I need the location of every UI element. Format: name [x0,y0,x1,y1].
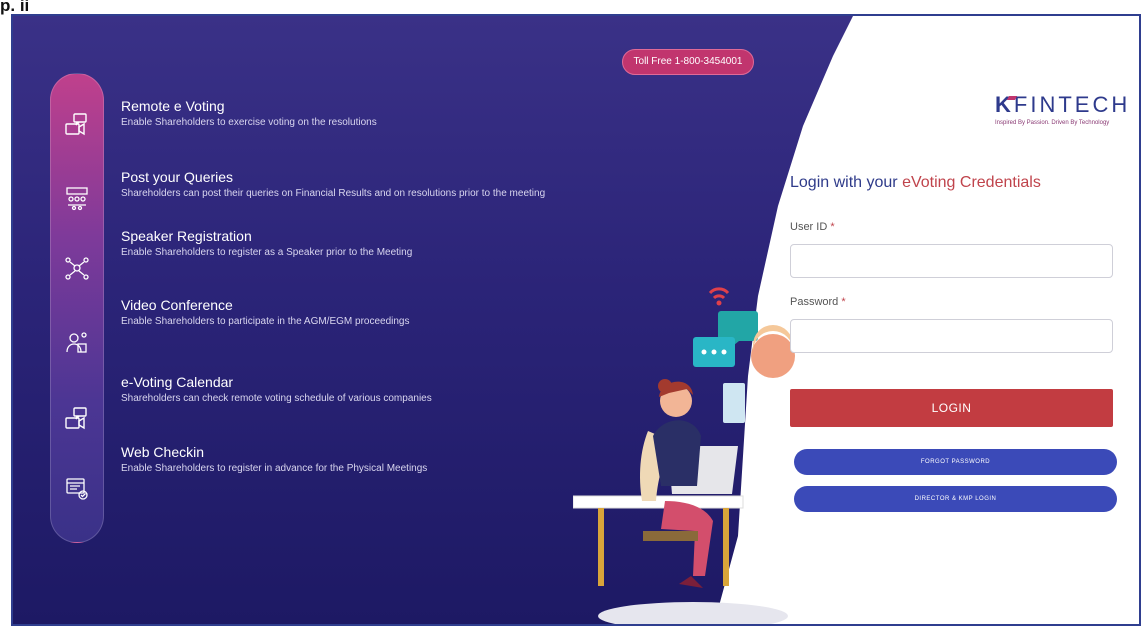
feature-web-checkin: Web Checkin Enable Shareholders to regis… [121,444,427,474]
feature-title: e-Voting Calendar [121,374,234,390]
kfintech-logo: KFINTECH Inspired By Passion. Driven By … [995,92,1130,126]
feature-title: Speaker Registration [121,228,252,244]
password-input[interactable] [790,319,1113,353]
logo-initial: K [995,92,1014,117]
calendar-chat-icon[interactable] [64,406,90,432]
feature-remote-e-voting: Remote e Voting Enable Shareholders to e… [121,98,377,128]
feature-description: Shareholders can check remote voting sch… [121,393,432,404]
web-checkin-icon[interactable] [64,476,90,502]
login-heading-prefix: Login with your [790,174,903,191]
feature-description: Enable Shareholders to exercise voting o… [121,117,377,128]
feature-icon-rail [50,73,104,543]
user-id-label: User ID * [790,221,835,233]
login-button[interactable]: LOGIN [790,389,1113,427]
feature-description: Enable Shareholders to participate in th… [121,316,410,327]
logo-tagline: Inspired By Passion. Driven By Technolog… [995,120,1110,126]
feature-title: Post your Queries [121,169,234,185]
feature-description: Enable Shareholders to register as a Spe… [121,247,413,258]
director-kmp-login-button[interactable]: DIRECTOR & KMP LOGIN [794,486,1117,512]
feature-description: Shareholders can post their queries on F… [121,188,546,199]
woman-at-laptop-illustration [573,287,795,624]
user-id-input[interactable] [790,244,1113,278]
login-heading-accent: eVoting Credentials [902,174,1041,191]
login-heading: Login with your eVoting Credentials [790,174,1041,192]
feature-post-queries: Post your Queries Shareholders can post … [121,169,545,199]
feature-title: Web Checkin [121,444,205,460]
feature-title: Video Conference [121,297,233,313]
queries-group-icon[interactable] [64,186,90,212]
required-mark: * [830,221,835,233]
required-mark: * [841,296,846,308]
toll-free-badge[interactable]: Toll Free 1-800-3454001 [622,49,754,75]
speaker-network-icon[interactable] [64,256,90,282]
screenshot-frame: Toll Free 1-800-3454001 Remote e Voting … [11,14,1141,626]
feature-speaker-registration: Speaker Registration Enable Shareholders… [121,228,412,258]
logo-text: FINTECH [1013,92,1131,117]
video-conference-icon[interactable] [64,330,90,356]
user-id-label-text: User ID [790,221,828,233]
feature-title: Remote e Voting [121,98,225,114]
password-label: Password * [790,296,846,308]
logo-wordmark: KFINTECH [995,92,1130,118]
video-chat-icon[interactable] [64,112,90,138]
forgot-password-button[interactable]: FORGOT PASSWORD [794,449,1117,475]
page: p. ii Toll Free 1-800-3454001 Remote e V… [0,0,1145,628]
feature-description: Enable Shareholders to register in advan… [121,463,428,474]
feature-video-conference: Video Conference Enable Shareholders to … [121,297,410,327]
password-label-text: Password [790,296,839,308]
feature-e-voting-calendar: e-Voting Calendar Shareholders can check… [121,374,432,404]
